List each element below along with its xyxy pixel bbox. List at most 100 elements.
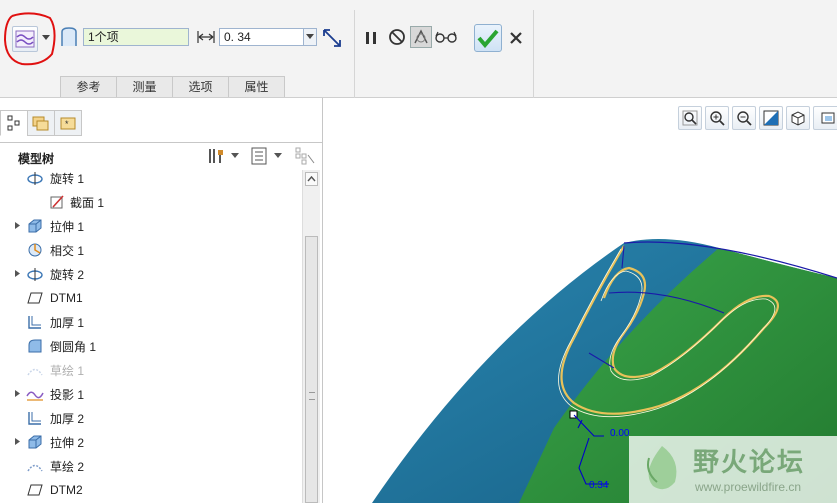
round-icon [26, 338, 44, 354]
tab-model-tree[interactable] [0, 110, 28, 136]
tree-item-label: 加厚 1 [50, 315, 85, 330]
tree-item-label: 草绘 1 [50, 363, 85, 378]
folder-stack-icon [32, 116, 49, 131]
tree-item-label: 草绘 2 [50, 459, 85, 474]
revolve-icon [26, 170, 44, 186]
thickness-dropdown[interactable] [303, 28, 317, 46]
tab-folder-browser[interactable] [27, 110, 55, 136]
scroll-thumb[interactable] [305, 236, 318, 503]
tree-item-label: 截面 1 [70, 195, 105, 210]
tree-item[interactable]: 倒圆角 1 [0, 334, 300, 358]
scroll-up-button[interactable] [305, 172, 318, 186]
tree-item[interactable]: 截面 1 [0, 190, 300, 214]
thicken-icon [26, 314, 44, 330]
geometry-preview-icon [414, 29, 428, 44]
datum-plane-icon [26, 482, 44, 498]
tree-item[interactable]: 投影 1 [0, 382, 300, 406]
pause-icon [366, 32, 376, 44]
model-tree-icon [7, 115, 20, 131]
sketch-icon [26, 362, 44, 378]
thickness-dimension-icon [196, 28, 216, 46]
tree-item[interactable]: 加厚 1 [0, 310, 300, 334]
tree-item[interactable]: 草绘 1 [0, 358, 300, 382]
ribbon-divider [354, 10, 355, 98]
model-tree-title: 模型树 [18, 152, 55, 166]
tab-references[interactable]: 参考 [60, 76, 117, 97]
tree-item-label: DTM1 [50, 291, 83, 305]
dimension-upper-label[interactable]: 0.00 [610, 428, 630, 439]
navigator-tabs: * [0, 110, 82, 136]
close-icon [510, 32, 522, 44]
tree-item[interactable]: 加厚 2 [0, 406, 300, 430]
flip-arrows-icon [323, 29, 341, 47]
ribbon: 1个项 0. 34 参考 测量 选项 属性 [0, 0, 837, 98]
flip-direction-button[interactable] [320, 26, 344, 50]
geometry-preview-button[interactable] [410, 26, 432, 48]
expand-arrow-icon[interactable] [14, 389, 22, 400]
extrude-icon [26, 218, 44, 234]
revolve-icon [26, 266, 44, 282]
watermark-title: 野火论坛 [693, 448, 806, 478]
prohibited-icon [389, 29, 405, 45]
tree-item-label: 拉伸 2 [50, 435, 85, 450]
sketch-icon [26, 458, 44, 474]
watermark-leaf-icon [647, 446, 677, 490]
tree-item-label: DTM2 [50, 483, 83, 497]
sketch-surface-icon [58, 26, 80, 48]
tab-favorites[interactable]: * [54, 110, 82, 136]
dimension-lower-label[interactable]: 0.34 [589, 480, 609, 491]
expand-arrow-icon[interactable] [14, 221, 22, 232]
tab-measure[interactable]: 测量 [116, 76, 173, 97]
watermark: 野火论坛 www.proewildfire.cn [629, 436, 837, 503]
tab-properties[interactable]: 属性 [228, 76, 285, 97]
checkmark-icon [477, 29, 499, 48]
tree-item-label: 旋转 1 [50, 171, 85, 186]
apply-ok-button[interactable] [474, 24, 502, 52]
tab-options[interactable]: 选项 [172, 76, 229, 97]
tree-item-label: 拉伸 1 [50, 219, 85, 234]
tree-item[interactable]: 草绘 2 [0, 454, 300, 478]
navigator-panel: * 模型树 旋转 1 截面 1 拉伸 1 相交 1 旋转 2 DTM1 加厚 1 倒圆角 1 草… [0, 98, 323, 503]
tree-item-label: 倒圆角 1 [50, 339, 97, 354]
expand-arrow-icon[interactable] [14, 437, 22, 448]
verify-button[interactable] [434, 27, 458, 47]
reference-count-field[interactable]: 1个项 [83, 28, 189, 46]
thicken-icon [26, 410, 44, 426]
tree-item[interactable]: 旋转 1 [0, 170, 300, 190]
tree-item-label: 相交 1 [50, 243, 85, 258]
favorites-folder-icon: * [60, 117, 76, 130]
list-page-icon [251, 147, 267, 165]
cancel-button[interactable] [506, 28, 526, 48]
tree-item[interactable]: DTM1 [0, 286, 300, 310]
thickness-input[interactable]: 0. 34 [219, 28, 305, 46]
tree-item[interactable]: 拉伸 2 [0, 430, 300, 454]
tree-item[interactable]: 相交 1 [0, 238, 300, 262]
show-dropdown[interactable] [273, 151, 283, 161]
sketch-section-icon [48, 194, 66, 210]
graphics-viewport[interactable]: 0.00 0.34 野火论坛 www.proewildfire.cn [324, 98, 837, 503]
tree-filter-button[interactable] [294, 146, 316, 166]
no-preview-button[interactable] [387, 27, 407, 47]
model-tree-header: 模型树 [0, 142, 322, 168]
chevron-down-icon [231, 153, 239, 158]
tree-settings-button[interactable] [206, 146, 226, 166]
tree-item[interactable]: 拉伸 1 [0, 214, 300, 238]
settings-dropdown[interactable] [230, 151, 240, 161]
svg-text:*: * [65, 119, 69, 129]
extrude-icon [26, 434, 44, 450]
chevron-up-icon [307, 175, 316, 182]
tree-item[interactable]: DTM2 [0, 478, 300, 502]
model-tree: 旋转 1 截面 1 拉伸 1 相交 1 旋转 2 DTM1 加厚 1 倒圆角 1 草绘 1 投影 … [0, 170, 302, 503]
glasses-icon [435, 31, 457, 43]
chevron-down-icon [306, 34, 314, 39]
tree-item[interactable]: 旋转 2 [0, 262, 300, 286]
pause-button[interactable] [362, 28, 380, 48]
dashboard-tabs: 参考 测量 选项 属性 [60, 76, 285, 98]
intersect-icon [26, 242, 44, 258]
tree-item-label: 加厚 2 [50, 411, 85, 426]
expand-arrow-icon[interactable] [14, 269, 22, 280]
tree-scrollbar[interactable] [302, 170, 320, 503]
datum-plane-icon [26, 290, 44, 306]
chevron-down-icon [274, 153, 282, 158]
tree-show-button[interactable] [249, 146, 269, 166]
